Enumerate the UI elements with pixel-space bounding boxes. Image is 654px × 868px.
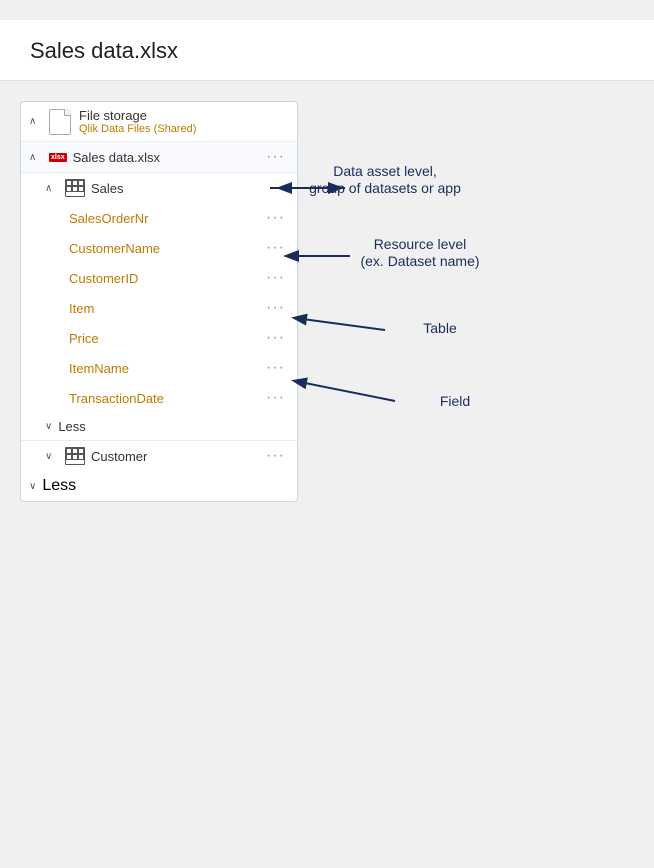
page-title: Sales data.xlsx [30,38,624,64]
svg-text:Field: Field [440,393,470,409]
field-salesordernr[interactable]: SalesOrderNr ··· [21,203,297,233]
field-customerid[interactable]: CustomerID ··· [21,263,297,293]
less-sales-row[interactable]: ∨ Less [21,413,297,440]
tree-panel: ∧ File storage Qlik Data Files (Shared) … [20,101,298,502]
field-transactiondate-menu[interactable]: ··· [262,389,289,407]
field-itemname[interactable]: ItemName ··· [21,353,297,383]
less-customer-label: Less [42,477,76,495]
field-item-label: Item [69,301,262,316]
less-customer-row[interactable]: ∨ Less [21,471,297,501]
field-itemname-label: ItemName [69,361,262,376]
file-storage-row[interactable]: ∧ File storage Qlik Data Files (Shared) [21,102,297,141]
field-price-label: Price [69,331,262,346]
resource-row[interactable]: ∧ xlsx Sales data.xlsx ··· [21,142,297,172]
field-transactiondate-label: TransactionDate [69,391,262,406]
svg-text:Resource level: Resource level [374,236,467,252]
field-customername[interactable]: CustomerName ··· [21,233,297,263]
resource-menu-dots[interactable]: ··· [262,148,289,166]
svg-text:Data asset level,: Data asset level, [333,163,437,179]
file-storage-sublabel: Qlik Data Files (Shared) [79,123,289,135]
svg-text:(ex. Dataset name): (ex. Dataset name) [360,253,479,269]
field-salesordernr-label: SalesOrderNr [69,211,262,226]
field-transactiondate[interactable]: TransactionDate ··· [21,383,297,413]
sales-collapse-icon[interactable]: ∧ [45,183,59,194]
file-storage-icon [49,109,71,135]
field-item[interactable]: Item ··· [21,293,297,323]
resource-collapse-icon[interactable]: ∧ [29,152,43,163]
page-title-area: Sales data.xlsx [0,20,654,81]
customer-table-menu[interactable]: ··· [262,447,289,465]
field-price-menu[interactable]: ··· [262,329,289,347]
customer-collapse-icon[interactable]: ∨ [45,451,59,462]
resource-label: Sales data.xlsx [73,150,262,165]
less-sales-chevron[interactable]: ∨ [45,421,52,432]
svg-text:group of datasets or app: group of datasets or app [309,180,461,196]
svg-text:Table: Table [423,320,457,336]
table-icon-customer [65,447,85,465]
field-price[interactable]: Price ··· [21,323,297,353]
less-customer-chevron[interactable]: ∨ [29,481,36,492]
table-icon-sales [65,179,85,197]
customer-table-row[interactable]: ∨ Customer ··· [21,441,297,471]
field-salesordernr-menu[interactable]: ··· [262,209,289,227]
collapse-icon[interactable]: ∧ [29,116,43,127]
sales-table-row[interactable]: ∧ Sales [21,173,297,203]
field-customerid-label: CustomerID [69,271,262,286]
xlsx-icon: xlsx [49,153,67,162]
sales-table-label: Sales [91,181,289,196]
field-customername-label: CustomerName [69,241,262,256]
field-item-menu[interactable]: ··· [262,299,289,317]
less-sales-label: Less [58,419,85,434]
field-itemname-menu[interactable]: ··· [262,359,289,377]
file-storage-label: File storage [79,108,289,123]
main-content: ∧ File storage Qlik Data Files (Shared) … [0,81,654,522]
field-customerid-menu[interactable]: ··· [262,269,289,287]
field-customername-menu[interactable]: ··· [262,239,289,257]
page-wrapper: Sales data.xlsx ∧ File storage Qlik Data… [0,0,654,787]
customer-table-label: Customer [91,449,262,464]
